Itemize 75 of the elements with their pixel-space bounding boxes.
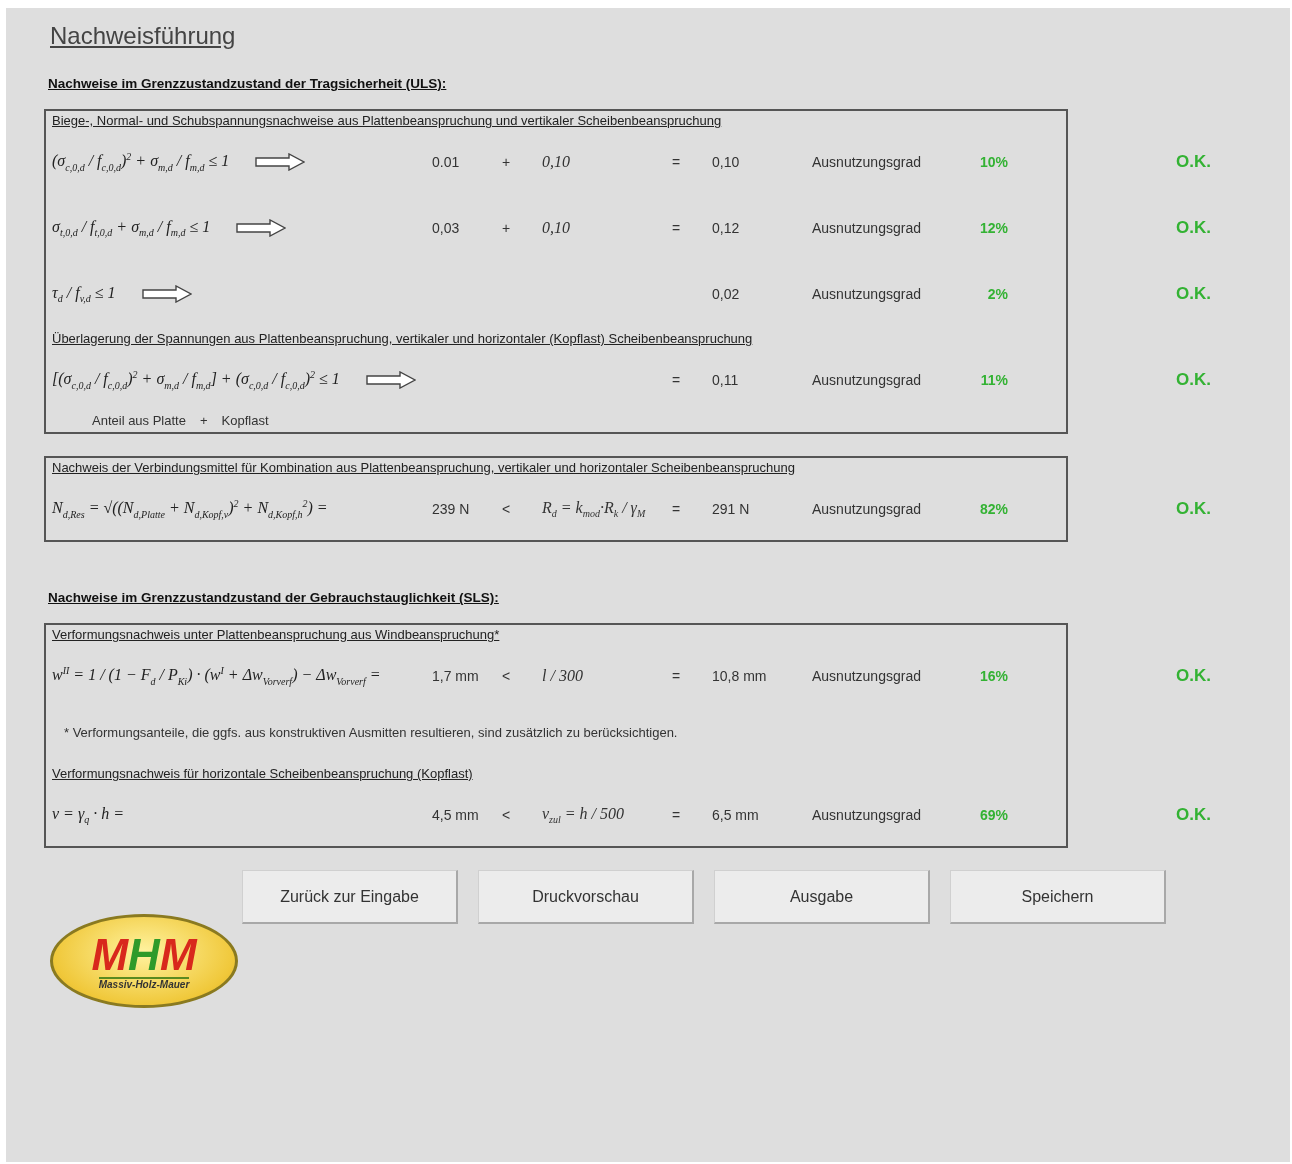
caption-text: + xyxy=(199,413,208,428)
action-button[interactable]: Druckvorschau xyxy=(478,870,694,924)
logo-letter: H xyxy=(128,929,160,979)
caption-text: Kopflast xyxy=(221,413,269,428)
operator: = xyxy=(672,501,682,517)
utilization-label: Ausnutzungsgrad xyxy=(812,286,922,302)
action-button[interactable]: Ausgabe xyxy=(714,870,930,924)
utilization-percent: 82% xyxy=(979,501,1008,517)
utilization-label: Ausnutzungsgrad xyxy=(812,807,922,823)
utilization-percent: 12% xyxy=(979,220,1008,236)
subheading: Verformungsnachweis unter Plattenbeanspruchung aus Windbeanspruchung* xyxy=(52,626,500,642)
status-text: O.K. xyxy=(1176,370,1211,390)
formula: v = γ$_{q}$ · h = xyxy=(52,804,124,826)
formula: 0,10 xyxy=(542,219,571,237)
subheading: Biege-, Normal- und Schubspannungsnachweise aus Plattenbeanspruchung und vertikaler Scheibenbeanspruchung xyxy=(52,112,722,128)
action-button[interactable]: Speichern xyxy=(950,870,1166,924)
formula: σ$_{t,0,d}$ / f$_{t,0,d}$ + σ$_{m,d}$ / f$_{m,d}$ ≤ 1 xyxy=(52,217,211,239)
utilization-percent: 11% xyxy=(980,372,1008,388)
status-text: O.K. xyxy=(1176,666,1211,686)
operator: = xyxy=(672,668,682,684)
value: 0.01 xyxy=(432,154,461,170)
page-title: Nachweisführung xyxy=(50,22,236,50)
section-heading: Nachweise im Grenzzustandzustand der Gebrauchstauglichkeit (SLS): xyxy=(48,590,499,605)
operator: = xyxy=(672,372,682,388)
value: 10,8 mm xyxy=(712,668,768,684)
logo-tagline: Massiv-Holz-Mauer xyxy=(98,976,190,990)
status-text: O.K. xyxy=(1176,284,1211,304)
footnote: * Verformungsanteile, die ggfs. aus konstruktiven Ausmitten resultieren, sind zusätzlich zu berücksichtigen. xyxy=(63,724,678,742)
formula: w$^{II}$ = 1 / (1 − F$_{d}$ / P$_{Ki}$) · (w$^{I}$ + Δw$_{Vorverf}$) − Δw$_{Vorverf}$ = xyxy=(52,665,381,687)
operator: < xyxy=(502,501,512,517)
status-text: O.K. xyxy=(1176,218,1211,238)
caption-text: Anteil aus Platte xyxy=(92,413,186,428)
status-text: O.K. xyxy=(1176,499,1211,519)
formula: R$_{d}$ = k$_{mod}$·R$_{k}$ / γ$_{M}$ xyxy=(542,498,647,520)
utilization-percent: 69% xyxy=(979,807,1008,823)
subheading: Nachweis der Verbindungsmittel für Kombination aus Plattenbeanspruchung, vertikaler und horizontaler Scheibenbeanspruchung xyxy=(52,459,795,475)
utilization-label: Ausnutzungsgrad xyxy=(812,154,922,170)
utilization-percent: 16% xyxy=(979,668,1008,684)
formula: N$_{d,Res}$ = √((N$_{d,Platte}$ + N$_{d,Kopf,v}$)$^{2}$ + N$_{d,Kopf,h}$$^{2}$) = xyxy=(52,498,328,520)
value: 0,10 xyxy=(712,154,741,170)
section-heading: Nachweise im Grenzzustandzustand der Tragsicherheit (ULS): xyxy=(48,76,447,91)
operator: + xyxy=(502,220,512,236)
formula: l / 300 xyxy=(542,667,584,685)
value: 0,03 xyxy=(432,220,461,236)
utilization-label: Ausnutzungsgrad xyxy=(812,668,922,684)
subheading: Verformungsnachweis für horizontale Scheibenbeanspruchung (Kopflast) xyxy=(52,765,473,781)
value: 239 N xyxy=(432,501,471,517)
value: 0,02 xyxy=(712,286,741,302)
logo-letter: M xyxy=(91,929,129,979)
operator: = xyxy=(672,154,682,170)
status-text: O.K. xyxy=(1176,152,1211,172)
operator: = xyxy=(672,807,682,823)
operator: = xyxy=(672,220,682,236)
operator: < xyxy=(502,807,512,823)
value: 291 N xyxy=(712,501,751,517)
value: 0,12 xyxy=(712,220,741,236)
formula: 0,10 xyxy=(542,153,571,171)
operator: < xyxy=(502,668,512,684)
value: 6,5 mm xyxy=(712,807,760,823)
operator: + xyxy=(502,154,512,170)
formula: [(σ$_{c,0,d}$ / f$_{c,0,d}$)$^{2}$ + σ$_{m,d}$ / f$_{m,d}$] + (σ$_{c,0,d}$ / f$_{c,0,d}$)$^{2}$ ≤ 1 xyxy=(52,369,340,391)
formula: v$_{zul}$ = h / 500 xyxy=(542,804,626,826)
formula: (σ$_{c,0,d}$ / f$_{c,0,d}$)$^{2}$ + σ$_{m,d}$ / f$_{m,d}$ ≤ 1 xyxy=(52,151,230,173)
subheading: Überlagerung der Spannungen aus Plattenbeanspruchung, vertikaler und horizontaler (Kopflast) Scheibenbeanspruchung xyxy=(52,330,753,346)
utilization-label: Ausnutzungsgrad xyxy=(812,501,922,517)
utilization-label: Ausnutzungsgrad xyxy=(812,220,922,236)
formula: τ$_{d}$ / f$_{v,d}$ ≤ 1 xyxy=(52,283,116,305)
utilization-percent: 10% xyxy=(979,154,1008,170)
action-button[interactable]: Zurück zur Eingabe xyxy=(242,870,458,924)
status-text: O.K. xyxy=(1176,805,1211,825)
utilization-label: Ausnutzungsgrad xyxy=(812,372,922,388)
value: 4,5 mm xyxy=(432,807,480,823)
value: 0,11 xyxy=(712,372,740,388)
value: 1,7 mm xyxy=(432,668,480,684)
utilization-percent: 2% xyxy=(987,286,1008,302)
